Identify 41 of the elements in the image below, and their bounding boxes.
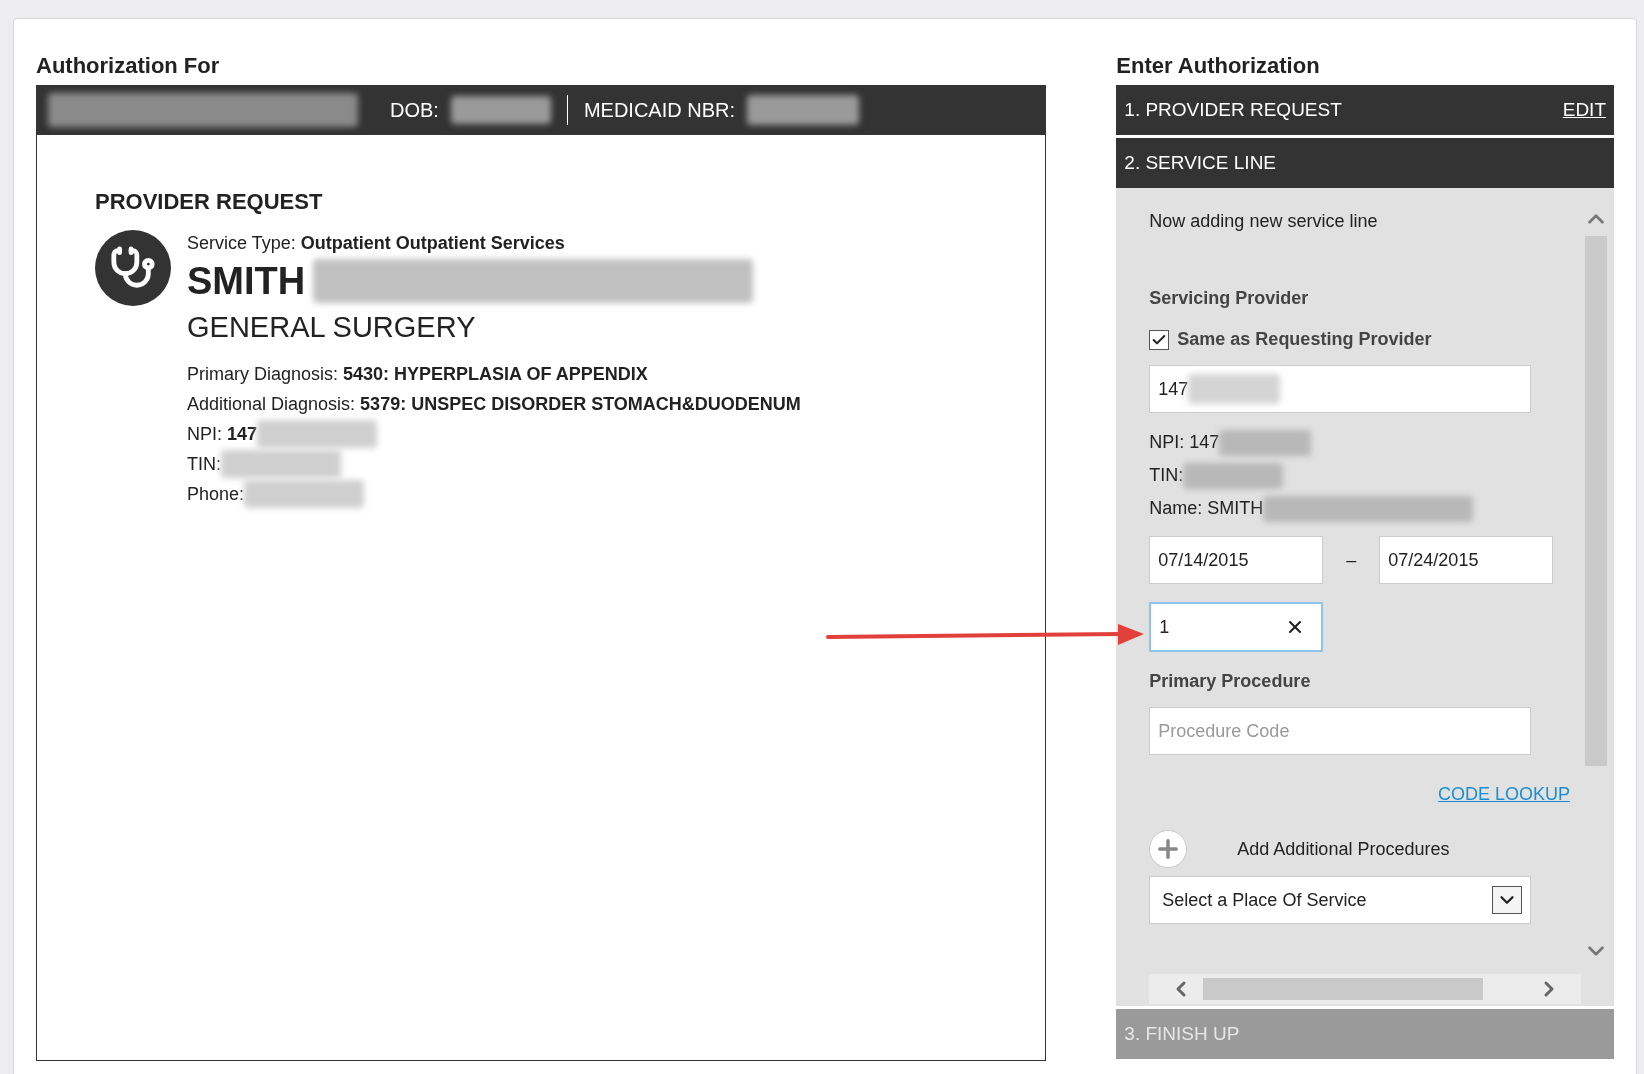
step-title: 2. SERVICE LINE: [1124, 150, 1277, 175]
scrollbar-thumb[interactable]: [1585, 236, 1607, 766]
step-title: 1. PROVIDER REQUEST: [1124, 97, 1342, 122]
provider-field[interactable]: 147: [1149, 365, 1532, 413]
specialty-text: GENERAL SURGERY: [187, 310, 477, 345]
dob-label: DOB:: [390, 98, 439, 123]
provider-name: SMITH: [187, 259, 306, 304]
date-field[interactable]: 07/24/2015: [1379, 536, 1554, 584]
add-procedures-label: Add Additional Procedures: [1237, 837, 1450, 861]
provider-info-text: TIN:: [1149, 464, 1184, 487]
detail-text: Phone:: [187, 482, 245, 506]
dropdown-icon: [1492, 886, 1523, 914]
section-heading: Authorization For: [36, 52, 221, 80]
add-button[interactable]: [1149, 830, 1188, 868]
date-separator: –: [1345, 548, 1358, 572]
checkbox-label: Same as Requesting Provider: [1177, 328, 1432, 351]
detail-text: TIN:: [187, 452, 221, 476]
detail-text: Additional Diagnosis: 5379: UNSPEC DISORDER STOMACH&DUODENUM: [187, 392, 801, 416]
step-header[interactable]: 1. PROVIDER REQUEST EDIT: [1116, 85, 1614, 135]
section-label: Primary Procedure: [1149, 670, 1312, 693]
checkbox[interactable]: [1149, 329, 1170, 350]
horizontal-scrollbar[interactable]: [1149, 974, 1581, 1004]
edit-link[interactable]: EDIT: [1562, 95, 1606, 125]
provider-field-value: 147: [1158, 377, 1189, 401]
card-title: PROVIDER REQUEST: [95, 188, 324, 216]
place-of-service-select[interactable]: Select a Place Of Service: [1149, 876, 1532, 924]
service-type-text: Service Type: Outpatient Outpatient Services: [187, 232, 566, 255]
provider-info-text: Name: SMITH: [1149, 497, 1264, 520]
status-text: Now adding new service line: [1149, 210, 1379, 233]
section-heading: Enter Authorization: [1116, 52, 1321, 80]
detail-text: NPI: 147: [187, 422, 258, 446]
section-label: Servicing Provider: [1149, 287, 1310, 310]
provider-info-text: NPI: 147: [1149, 431, 1220, 454]
units-field[interactable]: 1: [1149, 602, 1324, 652]
scrollbar-thumb[interactable]: [1203, 978, 1484, 1000]
step-title: 3. FINISH UP: [1124, 1021, 1240, 1046]
step-header[interactable]: 2. SERVICE LINE: [1116, 138, 1614, 188]
detail-text: Primary Diagnosis: 5430: HYPERPLASIA OF APPENDIX: [187, 362, 648, 386]
date-field[interactable]: 07/14/2015: [1149, 536, 1324, 584]
medicaid-label: MEDICAID NBR:: [583, 98, 736, 123]
procedure-code-field[interactable]: Procedure Code: [1149, 707, 1532, 755]
